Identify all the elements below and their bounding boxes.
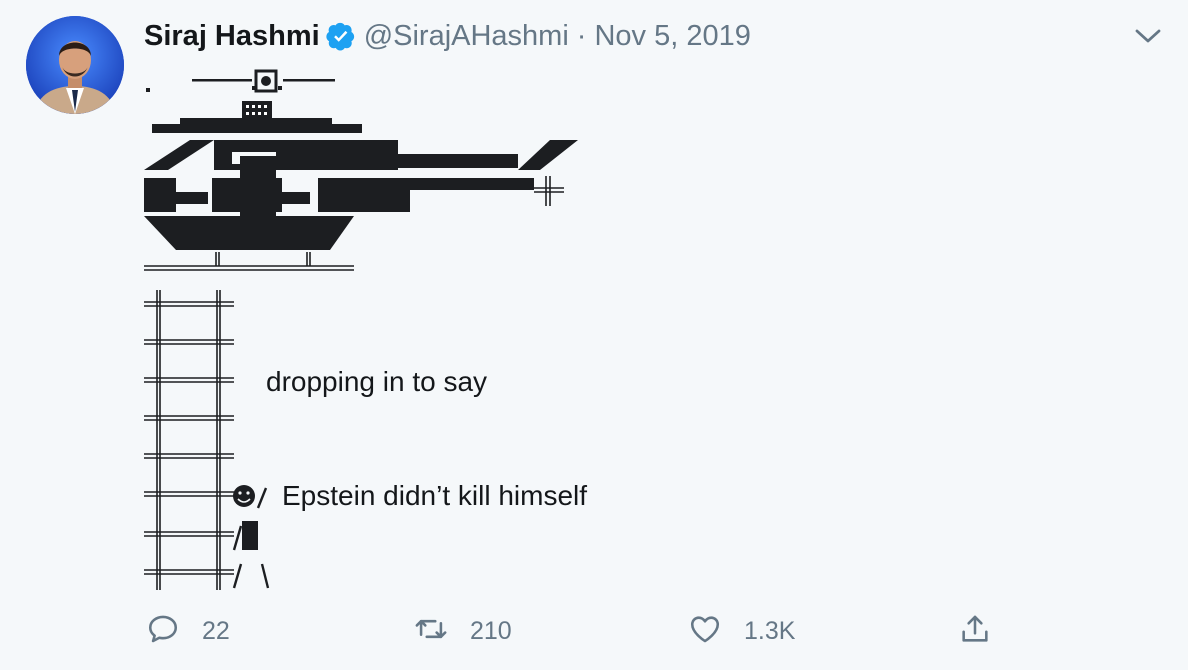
heart-icon [688, 612, 722, 651]
tail-rotor [534, 176, 564, 206]
like-count: 1.3K [744, 616, 796, 645]
helicopter-body [144, 69, 578, 250]
rope-ladder [144, 290, 234, 590]
retweet-count: 210 [470, 616, 512, 645]
reply-count: 22 [202, 616, 230, 645]
art-dot [146, 88, 150, 92]
ascii-art-helicopter [144, 69, 578, 590]
share-button[interactable] [958, 608, 992, 654]
like-button[interactable]: 1.3K [688, 608, 795, 654]
tweet-text-line: dropping in to say [266, 366, 488, 397]
landing-skids [144, 252, 354, 271]
share-icon [958, 612, 992, 651]
reply-icon [146, 612, 180, 651]
stick-figure [232, 485, 270, 589]
tweet-text-line: Epstein didn’t kill himself [282, 480, 588, 511]
retweet-button[interactable]: 210 [414, 608, 512, 654]
retweet-icon [414, 612, 448, 651]
tweet-action-bar: 22 210 1.3K [0, 608, 1188, 654]
reply-button[interactable]: 22 [146, 608, 230, 654]
rotor-blade [192, 69, 335, 93]
